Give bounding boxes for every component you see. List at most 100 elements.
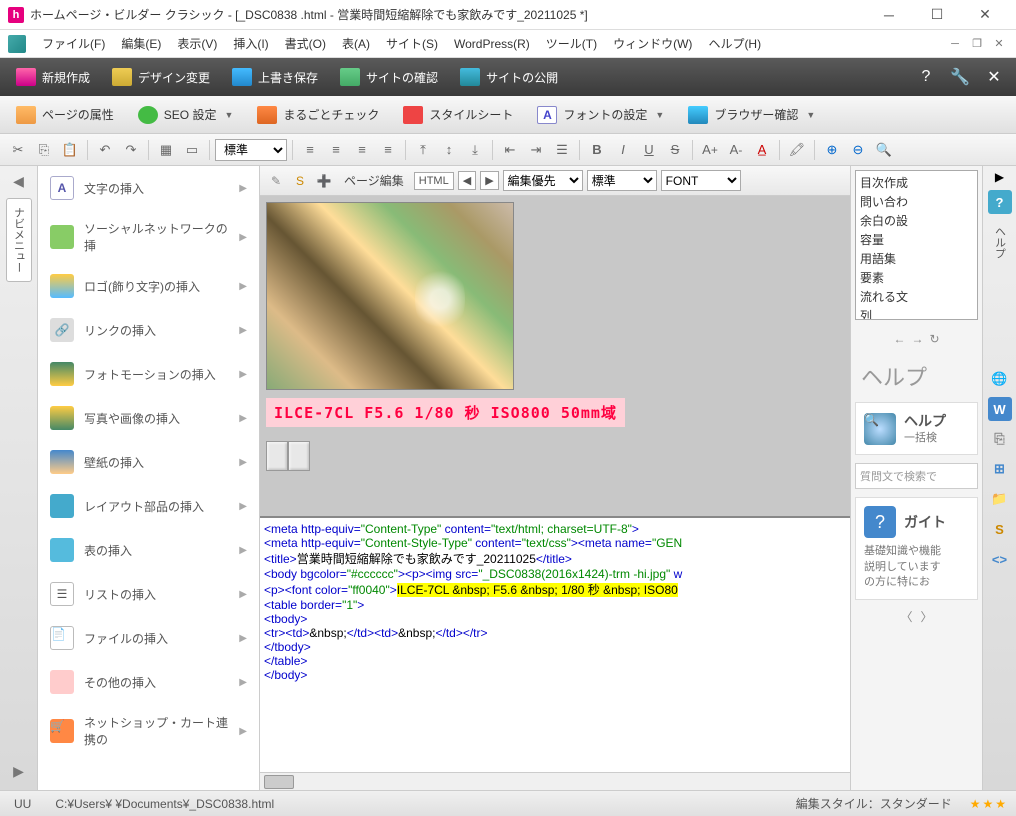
edit-priority-select[interactable]: 編集優先 (503, 170, 583, 191)
help-tab-icon[interactable]: ? (988, 190, 1012, 214)
mdi-close-icon[interactable]: ✕ (990, 35, 1008, 53)
align-right-icon[interactable]: ≡ (350, 138, 374, 162)
insert-logo[interactable]: ロゴ(飾り文字)の挿入▶ (38, 264, 259, 308)
insert-other[interactable]: その他の挿入▶ (38, 660, 259, 704)
cut-icon[interactable]: ✂ (6, 138, 30, 162)
nav-menu-tab[interactable]: ナビメニュー (6, 198, 32, 282)
code-icon[interactable]: <> (988, 547, 1012, 571)
wrench-icon[interactable]: 🔧 (944, 63, 976, 91)
copy2-icon[interactable]: ⎘ (988, 427, 1012, 451)
insert-wallpaper[interactable]: 壁紙の挿入▶ (38, 440, 259, 484)
html-tab[interactable]: HTML (414, 172, 454, 190)
page-properties-button[interactable]: ページの属性 (6, 102, 124, 128)
help-search-input[interactable]: 質問文で検索で (855, 463, 978, 489)
menu-table[interactable]: 表(A) (336, 32, 376, 55)
highlight-icon[interactable]: 🖍 (785, 138, 809, 162)
insert-list[interactable]: ☰リストの挿入▶ (38, 572, 259, 616)
insert-text[interactable]: A文字の挿入▶ (38, 166, 259, 210)
design-change-button[interactable]: デザイン変更 (102, 64, 220, 90)
insert-image[interactable]: 写真や画像の挿入▶ (38, 396, 259, 440)
valign-bot-icon[interactable]: ⤓ (463, 138, 487, 162)
align-left-icon[interactable]: ≡ (298, 138, 322, 162)
menu-wordpress[interactable]: WordPress(R) (448, 34, 536, 54)
insert-file[interactable]: 📄ファイルの挿入▶ (38, 616, 259, 660)
indent-dec-icon[interactable]: ⇤ (498, 138, 522, 162)
insert-layout[interactable]: レイアウト部品の挿入▶ (38, 484, 259, 528)
save-button[interactable]: 上書き保存 (222, 64, 328, 90)
font-inc-icon[interactable]: A+ (698, 138, 722, 162)
menu-format[interactable]: 書式(O) (279, 32, 332, 55)
source-pane[interactable]: <meta http-equiv="Content-Type" content=… (260, 516, 850, 772)
outline-list[interactable]: 目次作成問い合わ余白の設容量用語集要素流れる文列 (855, 170, 978, 320)
italic-icon[interactable]: I (611, 138, 635, 162)
nav-refresh-icon[interactable]: ↻ (929, 332, 939, 346)
menu-view[interactable]: 表示(V) (171, 32, 223, 55)
grid-icon[interactable]: ▦ (154, 138, 178, 162)
whole-check-button[interactable]: まるごとチェック (247, 102, 389, 128)
image-caption[interactable]: ILCE-7CL F5.6 1/80 秒 ISO800 50mm域 (266, 398, 625, 427)
tag-icon[interactable]: ⊞ (988, 457, 1012, 481)
strip-left-icon[interactable]: ◀ (8, 170, 30, 192)
tab-prev[interactable]: ◀ (458, 171, 476, 190)
stylesheet-button[interactable]: スタイルシート (393, 102, 523, 128)
insert-table[interactable]: 表の挿入▶ (38, 528, 259, 572)
globe-icon[interactable]: 🌐 (988, 367, 1012, 391)
browser-check-button[interactable]: ブラウザー確認▼ (678, 102, 825, 128)
marker-icon[interactable]: ✎ (266, 171, 286, 191)
insert-link[interactable]: 🔗リンクの挿入▶ (38, 308, 259, 352)
paste-icon[interactable]: 📋 (58, 138, 82, 162)
menu-insert[interactable]: 挿入(I) (227, 32, 274, 55)
rstrip-right-icon[interactable]: ▶ (995, 170, 1004, 184)
plus-icon[interactable]: ➕ (314, 171, 334, 191)
mdi-minimize-icon[interactable]: ─ (946, 35, 964, 53)
help-search-card[interactable]: 🔍ヘルプ一括検 (855, 402, 978, 455)
style-select[interactable]: 標準 (215, 139, 287, 161)
site-check-button[interactable]: サイトの確認 (330, 64, 448, 90)
folder-icon[interactable]: 📁 (988, 487, 1012, 511)
menu-help[interactable]: ヘルプ(H) (702, 32, 767, 55)
help-icon[interactable]: ? (910, 63, 942, 91)
align-center-icon[interactable]: ≡ (324, 138, 348, 162)
site-publish-button[interactable]: サイトの公開 (450, 64, 568, 90)
close-button[interactable]: ✕ (962, 1, 1008, 29)
indent-inc-icon[interactable]: ⇥ (524, 138, 548, 162)
menu-file[interactable]: ファイル(F) (36, 32, 111, 55)
zoom-fit-icon[interactable]: 🔍 (872, 138, 896, 162)
nav-back-icon[interactable]: ← (893, 332, 905, 346)
pager-prev-icon[interactable]: 〈 (900, 608, 912, 625)
table-preview[interactable] (266, 441, 844, 471)
redo-icon[interactable]: ↷ (119, 138, 143, 162)
preview-pane[interactable]: ILCE-7CL F5.6 1/80 秒 ISO800 50mm域 (260, 196, 850, 516)
pager-next-icon[interactable]: 〉 (921, 608, 933, 625)
w-icon[interactable]: W (988, 397, 1012, 421)
menu-tool[interactable]: ツール(T) (540, 32, 603, 55)
strike-icon[interactable]: S (663, 138, 687, 162)
help-vtab[interactable]: ヘルプ (989, 220, 1011, 265)
maximize-button[interactable]: ☐ (914, 1, 960, 29)
view-select[interactable]: 標準 (587, 170, 657, 191)
close-toolbar-icon[interactable]: ✕ (978, 63, 1010, 91)
guide-card[interactable]: ?ガイト 基礎知識や機能 説明しています の方に特にお (855, 497, 978, 599)
font-color-icon[interactable]: A̲ (750, 138, 774, 162)
ruler-icon[interactable]: ▭ (180, 138, 204, 162)
s-badge-icon[interactable]: S (988, 517, 1012, 541)
new-button[interactable]: 新規作成 (6, 64, 100, 90)
insert-social[interactable]: ソーシャルネットワークの挿▶ (38, 210, 259, 264)
s-icon[interactable]: S (290, 171, 310, 191)
valign-mid-icon[interactable]: ↕ (437, 138, 461, 162)
menu-window[interactable]: ウィンドウ(W) (607, 32, 698, 55)
minimize-button[interactable]: ─ (866, 1, 912, 29)
menu-site[interactable]: サイト(S) (380, 32, 444, 55)
align-justify-icon[interactable]: ≡ (376, 138, 400, 162)
valign-top-icon[interactable]: ⤒ (411, 138, 435, 162)
font-settings-button[interactable]: Aフォントの設定▼ (527, 102, 674, 128)
nav-fwd-icon[interactable]: → (911, 332, 923, 346)
tab-next[interactable]: ▶ (480, 171, 498, 190)
underline-icon[interactable]: U (637, 138, 661, 162)
insert-photomotion[interactable]: フォトモーションの挿入▶ (38, 352, 259, 396)
horizontal-scrollbar[interactable] (260, 772, 850, 790)
mdi-restore-icon[interactable]: ❐ (968, 35, 986, 53)
bold-icon[interactable]: B (585, 138, 609, 162)
zoom-out-icon[interactable]: ⊖ (846, 138, 870, 162)
menu-edit[interactable]: 編集(E) (115, 32, 167, 55)
